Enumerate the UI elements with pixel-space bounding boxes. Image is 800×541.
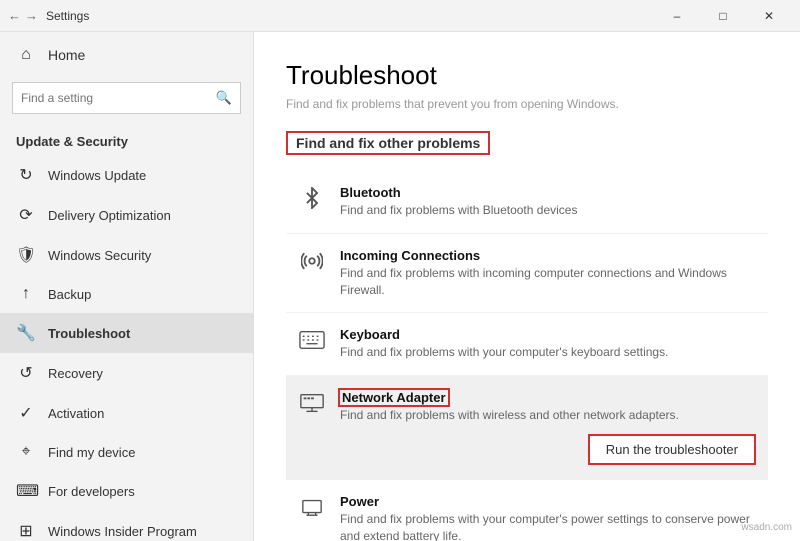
sidebar-item-troubleshoot[interactable]: 🔧 Troubleshoot: [0, 313, 253, 353]
sidebar-label-windows-insider: Windows Insider Program: [48, 524, 237, 539]
sidebar-label-for-developers: For developers: [48, 484, 237, 499]
troubleshoot-icon: 🔧: [16, 323, 36, 343]
sidebar-section-title: Update & Security: [0, 126, 253, 155]
backup-icon: ↑: [16, 285, 36, 303]
search-input[interactable]: [21, 91, 216, 105]
power-icon: [298, 496, 326, 524]
page-subtitle: Find and fix problems that prevent you f…: [286, 97, 768, 111]
keyboard-icon: [298, 329, 326, 357]
network-title-outlined: Network Adapter: [340, 390, 448, 405]
search-icon: 🔍: [216, 90, 232, 106]
bluetooth-icon: [298, 187, 326, 215]
recovery-icon: ↺: [16, 363, 36, 383]
bluetooth-body: Bluetooth Find and fix problems with Blu…: [340, 185, 756, 219]
incoming-desc: Find and fix problems with incoming comp…: [340, 265, 756, 299]
sidebar-label-windows-security: Windows Security: [48, 248, 237, 263]
power-body: Power Find and fix problems with your co…: [340, 494, 756, 541]
incoming-connections-icon: [298, 250, 326, 278]
run-troubleshooter-button[interactable]: Run the troubleshooter: [588, 434, 756, 465]
windows-update-icon: ↻: [16, 165, 36, 185]
close-button[interactable]: ✕: [746, 0, 792, 32]
troubleshoot-item-keyboard[interactable]: Keyboard Find and fix problems with your…: [286, 313, 768, 376]
back-arrow[interactable]: ←: [8, 8, 21, 23]
keyboard-body: Keyboard Find and fix problems with your…: [340, 327, 756, 361]
sidebar-label-troubleshoot: Troubleshoot: [48, 326, 237, 341]
sidebar-item-windows-update[interactable]: ↻ Windows Update: [0, 155, 253, 195]
windows-security-icon: 🛡: [16, 245, 36, 265]
troubleshoot-item-power[interactable]: Power Find and fix problems with your co…: [286, 480, 768, 541]
title-bar-left: ← → Settings: [8, 8, 89, 23]
sidebar-home-label: Home: [48, 47, 85, 63]
nav-arrows[interactable]: ← →: [8, 8, 38, 23]
network-body: Network Adapter Find and fix problems wi…: [340, 390, 756, 465]
section-header: Find and fix other problems: [286, 131, 490, 155]
troubleshoot-list: Bluetooth Find and fix problems with Blu…: [286, 171, 768, 541]
sidebar-item-recovery[interactable]: ↺ Recovery: [0, 353, 253, 393]
run-btn-row: Run the troubleshooter: [340, 434, 756, 465]
power-title: Power: [340, 494, 756, 509]
sidebar-label-activation: Activation: [48, 406, 237, 421]
for-developers-icon: ⌨: [16, 481, 36, 501]
sidebar-search-box[interactable]: 🔍: [12, 82, 241, 114]
page-title: Troubleshoot: [286, 60, 768, 91]
sidebar-label-recovery: Recovery: [48, 366, 237, 381]
windows-insider-icon: ⊞: [16, 521, 36, 541]
network-desc: Find and fix problems with wireless and …: [340, 407, 756, 424]
incoming-title: Incoming Connections: [340, 248, 756, 263]
power-desc: Find and fix problems with your computer…: [340, 511, 756, 541]
keyboard-title: Keyboard: [340, 327, 756, 342]
sidebar-item-delivery-optimization[interactable]: ⟳ Delivery Optimization: [0, 195, 253, 235]
window-controls[interactable]: – □ ✕: [654, 0, 792, 32]
home-icon: ⌂: [16, 46, 36, 64]
bluetooth-title: Bluetooth: [340, 185, 756, 200]
sidebar-label-backup: Backup: [48, 287, 237, 302]
sidebar-item-activation[interactable]: ✓ Activation: [0, 393, 253, 433]
find-my-device-icon: ⌖: [16, 443, 36, 461]
title-bar-title: Settings: [46, 9, 89, 23]
sidebar-item-home[interactable]: ⌂ Home: [0, 32, 253, 78]
troubleshoot-item-incoming[interactable]: Incoming Connections Find and fix proble…: [286, 234, 768, 314]
network-title: Network Adapter: [340, 390, 756, 405]
maximize-button[interactable]: □: [700, 0, 746, 32]
troubleshoot-item-network[interactable]: Network Adapter Find and fix problems wi…: [286, 376, 768, 480]
network-adapter-icon: [298, 392, 326, 420]
main-content: Troubleshoot Find and fix problems that …: [254, 32, 800, 541]
sidebar-item-for-developers[interactable]: ⌨ For developers: [0, 471, 253, 511]
sidebar: ⌂ Home 🔍 Update & Security ↻ Windows Upd…: [0, 32, 254, 541]
sidebar-label-delivery-optimization: Delivery Optimization: [48, 208, 237, 223]
activation-icon: ✓: [16, 403, 36, 423]
sidebar-label-windows-update: Windows Update: [48, 168, 237, 183]
sidebar-item-windows-insider[interactable]: ⊞ Windows Insider Program: [0, 511, 253, 541]
app-body: ⌂ Home 🔍 Update & Security ↻ Windows Upd…: [0, 32, 800, 541]
bluetooth-desc: Find and fix problems with Bluetooth dev…: [340, 202, 756, 219]
minimize-button[interactable]: –: [654, 0, 700, 32]
forward-arrow[interactable]: →: [25, 8, 38, 23]
sidebar-item-backup[interactable]: ↑ Backup: [0, 275, 253, 313]
sidebar-item-find-my-device[interactable]: ⌖ Find my device: [0, 433, 253, 471]
keyboard-desc: Find and fix problems with your computer…: [340, 344, 756, 361]
sidebar-label-find-my-device: Find my device: [48, 445, 237, 460]
delivery-optimization-icon: ⟳: [16, 205, 36, 225]
title-bar: ← → Settings – □ ✕: [0, 0, 800, 32]
troubleshoot-item-bluetooth[interactable]: Bluetooth Find and fix problems with Blu…: [286, 171, 768, 234]
sidebar-item-windows-security[interactable]: 🛡 Windows Security: [0, 235, 253, 275]
incoming-body: Incoming Connections Find and fix proble…: [340, 248, 756, 299]
